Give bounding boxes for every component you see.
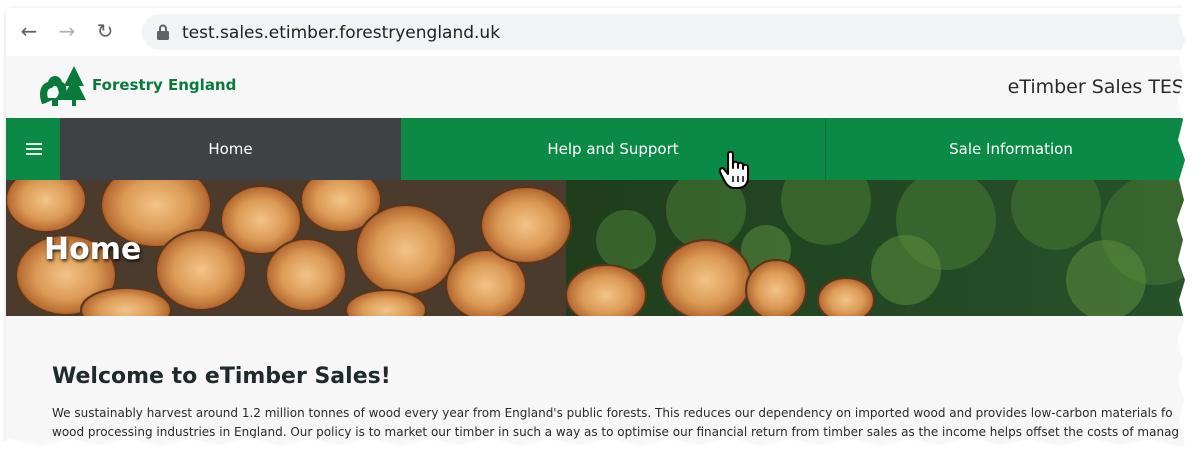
- nav-item-help-and-support[interactable]: Help and Support: [401, 118, 826, 180]
- browser-toolbar: ← → ↻ test.sales.etimber.forestryengland…: [6, 8, 1196, 57]
- nav-item-home[interactable]: Home: [60, 118, 401, 180]
- site-header: Forestry England eTimber Sales TES: [6, 56, 1196, 118]
- log-pile-image: [6, 180, 1196, 316]
- reload-icon[interactable]: ↻: [94, 20, 116, 42]
- hero-banner: Home: [6, 180, 1196, 316]
- welcome-heading: Welcome to eTimber Sales!: [52, 364, 391, 389]
- forestry-england-logo-icon[interactable]: [38, 64, 88, 108]
- arrow-right-icon[interactable]: →: [56, 20, 78, 42]
- url-text: test.sales.etimber.forestryengland.uk: [182, 23, 501, 43]
- lock-icon: [157, 24, 169, 40]
- hand-cursor-icon: [718, 150, 749, 189]
- nav-item-sale-information[interactable]: Sale Information: [826, 118, 1196, 180]
- brand-name[interactable]: Forestry England: [92, 76, 236, 94]
- screenshot-frame: ← → ↻ test.sales.etimber.forestryengland…: [6, 8, 1196, 448]
- address-bar[interactable]: test.sales.etimber.forestryengland.uk: [142, 14, 1196, 50]
- arrow-left-icon[interactable]: ←: [18, 20, 40, 42]
- intro-line-1: We sustainably harvest around 1.2 millio…: [52, 406, 1173, 420]
- app-title: eTimber Sales TES: [1007, 76, 1184, 98]
- torn-edge-bottom: [0, 437, 1203, 457]
- torn-edge-right: [1177, 0, 1203, 457]
- page-title: Home: [44, 232, 142, 267]
- hamburger-menu-icon[interactable]: [6, 118, 60, 180]
- main-navigation: Home Help and Support Sale Information: [6, 118, 1196, 180]
- main-content: Welcome to eTimber Sales! We sustainably…: [6, 316, 1196, 448]
